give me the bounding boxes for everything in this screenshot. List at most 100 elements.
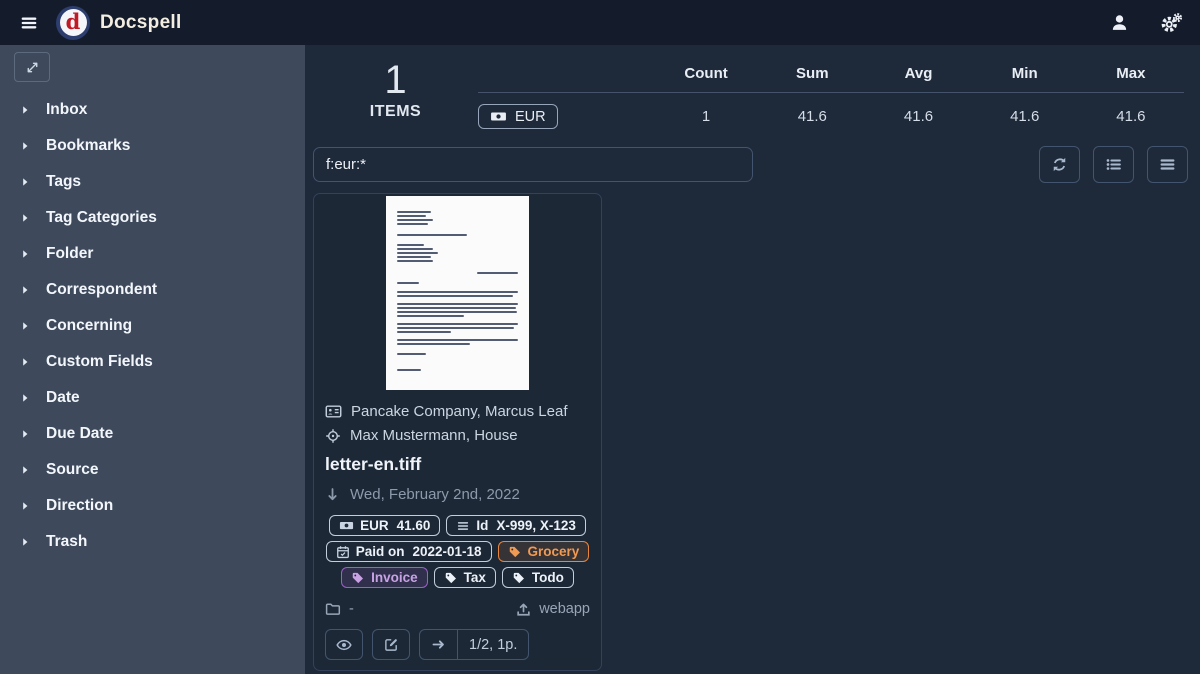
hamburger-icon [20, 14, 38, 32]
stats-value-cell: 41.6 [759, 108, 865, 125]
sidebar-item-label: Correspondent [46, 281, 157, 299]
app-title: Docspell [100, 12, 182, 34]
search-input[interactable] [313, 147, 753, 182]
edit-button[interactable] [372, 629, 410, 660]
thumbnail-text-line [397, 343, 470, 345]
item-date-line: Wed, February 2nd, 2022 [325, 486, 590, 503]
tag-badge-grocery: Grocery [498, 541, 590, 562]
thumbnail-text-line [397, 291, 518, 293]
tag-badge-invoice: Invoice [341, 567, 428, 588]
sidebar-item-label: Inbox [46, 101, 87, 119]
menu-bars-button[interactable] [1147, 146, 1188, 183]
item-title[interactable]: letter-en.tiff [325, 454, 590, 475]
money-bill-icon [490, 108, 507, 125]
brand[interactable]: d Docspell [56, 6, 182, 40]
address-card-icon [325, 403, 342, 420]
correspondent-text: Pancake Company, Marcus Leaf [351, 403, 568, 420]
sidebar-item-bookmarks[interactable]: Bookmarks [0, 128, 305, 164]
open-detail-button[interactable] [420, 630, 458, 659]
stats-value-cell: 1 [653, 108, 759, 125]
thumbnail-text-line [397, 234, 467, 236]
paid-date-badge: Paid on2022-01-18 [326, 541, 492, 562]
tag-icon [444, 571, 458, 585]
caret-right-icon [19, 500, 31, 512]
sidebar-item-due-date[interactable]: Due Date [0, 416, 305, 452]
user-menu-button[interactable] [1108, 11, 1131, 34]
sidebar-item-concerning[interactable]: Concerning [0, 308, 305, 344]
stats-value-row: EUR 141.641.641.641.6 [478, 93, 1184, 129]
top-navbar: d Docspell [0, 0, 1200, 45]
arrow-right-icon [431, 637, 446, 652]
thumbnail-text-line [397, 307, 516, 309]
stats-table: CountSumAvgMinMax EUR 141.641.641.641.6 [478, 57, 1184, 129]
thumbnail-text-line [397, 353, 426, 355]
thumbnail-text-line [397, 295, 513, 297]
caret-right-icon [19, 104, 31, 116]
sidebar-item-label: Direction [46, 497, 113, 515]
correspondent-line: Pancake Company, Marcus Leaf [325, 403, 590, 420]
docspell-logo-icon: d [56, 6, 90, 40]
refresh-button[interactable] [1039, 146, 1080, 183]
tag-badge-tax: Tax [434, 567, 496, 588]
caret-right-icon [19, 536, 31, 548]
menu-toggle-button[interactable] [16, 10, 42, 36]
tag-label: Todo [532, 570, 564, 585]
sidebar-item-label: Tag Categories [46, 209, 157, 227]
sidebar-item-direction[interactable]: Direction [0, 488, 305, 524]
user-icon [1110, 13, 1129, 32]
main-content: 1 ITEMS CountSumAvgMinMax EUR 141.641.64… [305, 45, 1200, 674]
item-date: Wed, February 2nd, 2022 [350, 486, 520, 503]
calendar-icon [336, 545, 350, 559]
badge-list: EUR41.60 IdX-999, X-123 Paid on2022-01-1… [314, 515, 601, 588]
sidebar-item-custom-fields[interactable]: Custom Fields [0, 344, 305, 380]
items-count-value: 1 [313, 59, 478, 101]
sidebar-item-correspondent[interactable]: Correspondent [0, 272, 305, 308]
sidebar-item-tags[interactable]: Tags [0, 164, 305, 200]
custom-id-badge: IdX-999, X-123 [446, 515, 586, 536]
thumbnail-text-line [397, 252, 438, 254]
thumbnail-text-line [397, 339, 518, 341]
sidebar-item-trash[interactable]: Trash [0, 524, 305, 560]
stats-column-header: Avg [865, 65, 971, 82]
thumbnail-text-line [397, 248, 433, 250]
open-detail-group[interactable]: 1/2, 1p. [419, 629, 529, 660]
settings-menu-button[interactable] [1159, 10, 1184, 35]
stats-header-row: CountSumAvgMinMax [478, 57, 1184, 93]
source-info: webapp [516, 601, 590, 617]
document-thumbnail[interactable] [314, 194, 601, 390]
thumbnail-text-line [397, 303, 518, 305]
expand-arrows-icon [25, 60, 40, 75]
sidebar-item-date[interactable]: Date [0, 380, 305, 416]
arrow-down-icon [325, 487, 340, 502]
thumbnail-page [386, 196, 529, 390]
sidebar-item-label: Folder [46, 245, 93, 263]
thumbnail-text-line [397, 282, 419, 284]
stream-icon [456, 519, 470, 533]
preview-button[interactable] [325, 629, 363, 660]
sidebar-item-source[interactable]: Source [0, 452, 305, 488]
item-card[interactable]: Pancake Company, Marcus Leaf Max Musterm… [313, 193, 602, 671]
thumbnail-text-line [397, 256, 431, 258]
sidebar-item-label: Custom Fields [46, 353, 153, 371]
caret-right-icon [19, 356, 31, 368]
folder-info: - [325, 601, 354, 617]
thumbnail-text-line [397, 215, 426, 217]
items-count-label: ITEMS [313, 103, 478, 121]
stats-column-header: Sum [759, 65, 865, 82]
stats-value-cell: 41.6 [972, 108, 1078, 125]
list-view-button[interactable] [1093, 146, 1134, 183]
edit-icon [384, 637, 399, 652]
thumbnail-text-line [477, 272, 518, 274]
tag-icon [512, 571, 526, 585]
caret-right-icon [19, 212, 31, 224]
stats-value-cell: 41.6 [1078, 108, 1184, 125]
currency-badge: EUR [478, 104, 558, 129]
sidebar-collapse-button[interactable] [14, 52, 50, 82]
list-ul-icon [1105, 156, 1122, 173]
sidebar-item-tag-categories[interactable]: Tag Categories [0, 200, 305, 236]
stats-column-header: Max [1078, 65, 1184, 82]
caret-right-icon [19, 140, 31, 152]
sidebar-item-label: Tags [46, 173, 81, 191]
sidebar-item-folder[interactable]: Folder [0, 236, 305, 272]
sidebar-item-inbox[interactable]: Inbox [0, 92, 305, 128]
